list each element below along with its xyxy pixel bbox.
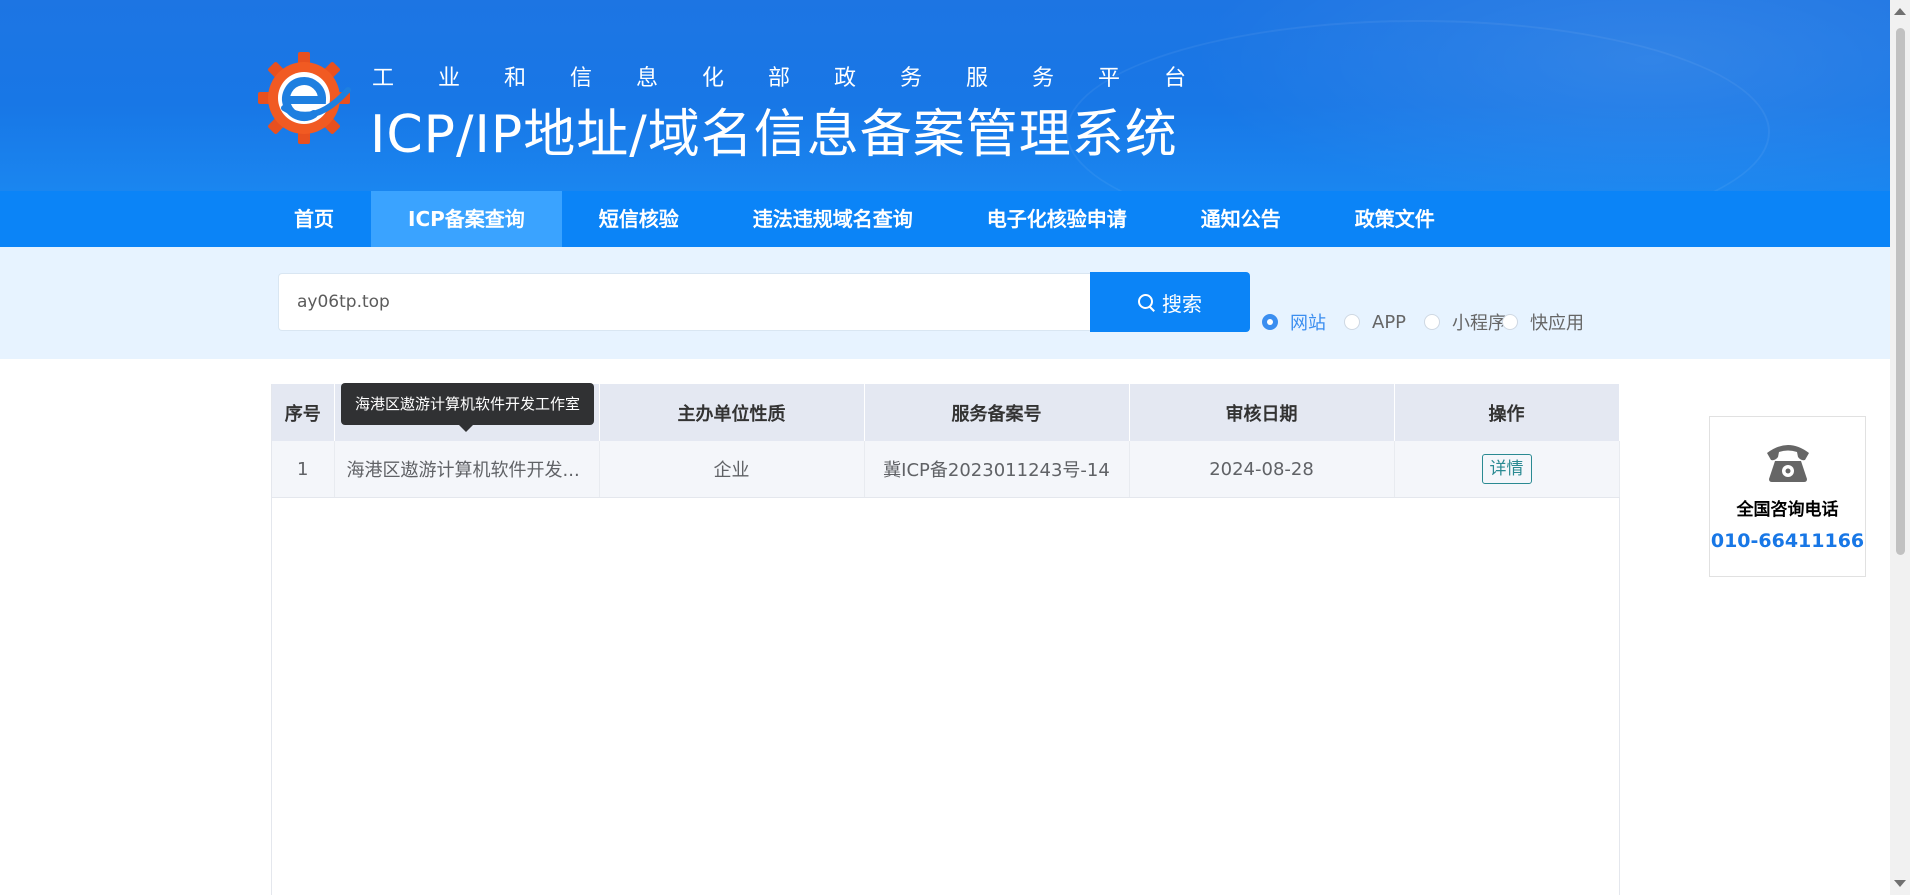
radio-quick-app-label: 快应用 [1530,313,1585,334]
radio-checked-icon [1262,314,1278,330]
scroll-up-arrow-icon[interactable] [1894,8,1906,15]
radio-unchecked-icon [1502,314,1519,330]
column-header-index: 序号 [272,384,335,441]
contact-label: 全国咨询电话 [1736,500,1839,520]
radio-quick-app[interactable]: 快应用 [1502,309,1584,335]
name-tooltip: 海港区遨游计算机软件开发工作室 [341,383,595,432]
radio-unchecked-icon [1344,314,1360,330]
table-row: 1 海港区遨游计算机软件开发... 企业 冀ICP备2023011243号-14… [272,441,1620,498]
radio-website-label: 网站 [1290,313,1326,334]
radio-mini-program[interactable]: 小程序 [1424,309,1506,335]
radio-app[interactable]: APP [1344,312,1406,333]
nav-item-icp-query[interactable]: ICP备案查询 [371,191,562,247]
cell-date: 2024-08-28 [1129,441,1395,498]
cell-nature: 企业 [599,441,865,498]
scrollbar-thumb[interactable] [1896,28,1905,555]
search-button-label: 搜索 [1162,291,1202,316]
radio-mini-program-label: 小程序 [1452,313,1507,334]
nav-item-notices[interactable]: 通知公告 [1164,191,1318,247]
search-input[interactable] [278,273,1090,331]
column-header-date: 审核日期 [1129,384,1395,441]
radio-website[interactable]: 网站 [1262,309,1326,335]
gear-e-logo-icon [258,52,351,144]
phone-icon [1766,445,1809,482]
header-subtitle: 工业和信息化部政务服务平台 [372,66,1231,91]
scroll-down-arrow-icon[interactable] [1894,880,1906,887]
column-header-action: 操作 [1394,384,1620,441]
search-icon [1138,294,1154,310]
contact-phone-number[interactable]: 010-66411166 [1710,530,1865,552]
cell-license: 冀ICP备2023011243号-14 [864,441,1130,498]
search-button[interactable]: 搜索 [1090,272,1250,332]
header-banner: 工业和信息化部政务服务平台 ICP/IP地址/域名信息备案管理系统 [0,0,1890,191]
nav-item-home[interactable]: 首页 [257,191,371,247]
page-scrollbar[interactable] [1890,0,1910,895]
nav-item-illegal-domain-query[interactable]: 违法违规域名查询 [716,191,950,247]
type-radio-group: 网站 APP 小程序 快应用 [1262,309,1602,335]
cell-index: 1 [272,441,335,498]
radio-app-label: APP [1372,311,1407,333]
results-table: 序号 主办单位名称 主办单位性质 服务备案号 审核日期 操作 1 海港区遨游计算… [271,384,1620,895]
column-header-nature: 主办单位性质 [599,384,865,441]
nav-item-policy-docs[interactable]: 政策文件 [1318,191,1472,247]
nav-item-sms-verify[interactable]: 短信核验 [562,191,716,247]
detail-button[interactable]: 详情 [1481,454,1532,484]
radio-unchecked-icon [1424,314,1441,330]
column-header-license: 服务备案号 [864,384,1130,441]
nav-item-e-verify-apply[interactable]: 电子化核验申请 [950,191,1164,247]
main-nav: 首页 ICP备案查询 短信核验 违法违规域名查询 电子化核验申请 通知公告 政策… [0,191,1890,247]
contact-card: 全国咨询电话 010-66411166 [1709,416,1866,577]
cell-action: 详情 [1394,441,1620,498]
cell-name[interactable]: 海港区遨游计算机软件开发... [334,441,600,498]
page-title: ICP/IP地址/域名信息备案管理系统 [370,105,1178,165]
